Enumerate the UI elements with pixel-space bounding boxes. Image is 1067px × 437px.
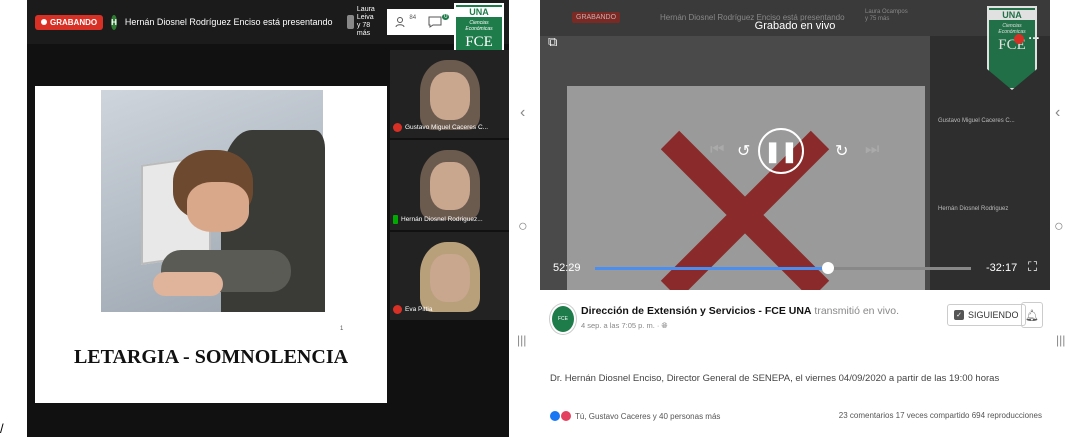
chat-count: 0	[442, 14, 450, 20]
post-details: FCE Dirección de Extensión y Servicios -…	[540, 290, 1050, 437]
video-title: Grabado en vivo	[754, 20, 836, 32]
faded-participant-tiles: Gustavo Miguel Caceres C... Hernán Diosn…	[930, 36, 1050, 290]
notification-dot	[1014, 34, 1024, 44]
participant-tile[interactable]: Gustavo Miguel Caceres C...	[390, 50, 509, 138]
globe-icon: 🌐︎	[661, 321, 668, 330]
home-icon[interactable]: ○	[1054, 218, 1064, 236]
home-icon[interactable]: ○	[518, 218, 528, 236]
elapsed-time: 52:29	[553, 262, 581, 274]
more-options-icon[interactable]: …	[1028, 28, 1040, 42]
recording-label: GRABANDO	[50, 17, 98, 27]
record-dot-icon	[41, 19, 47, 25]
progress-knob[interactable]	[822, 262, 835, 274]
post-description: Dr. Hernán Diosnel Enciso, Director Gene…	[550, 373, 1000, 384]
following-label: SIGUIENDO	[968, 310, 1019, 320]
presenter-text: Hernán Diosnel Rodríguez Enciso está pre…	[124, 17, 333, 27]
participant-name: Eva Pittia	[405, 306, 433, 313]
recent-apps-icon[interactable]: |||	[1056, 333, 1065, 347]
pause-button[interactable]: ❚❚	[758, 128, 804, 174]
next-icon[interactable]: ⏭	[865, 141, 879, 159]
viewers-line2: y 78 más	[356, 22, 371, 37]
following-button[interactable]: ✓ SIGUIENDO	[947, 304, 1026, 326]
video-player[interactable]: GRABANDO Hernán Diosnel Rodríguez Enciso…	[540, 0, 1050, 290]
chat-icon[interactable]	[428, 15, 442, 29]
rewind-10-icon[interactable]: ↺	[737, 141, 750, 161]
presentation-slide: 1 LETARGIA - SOMNOLENCIA	[35, 86, 387, 403]
recording-badge: GRABANDO	[35, 14, 104, 30]
slide-title: LETARGIA - SOMNOLENCIA	[73, 346, 349, 368]
post-action: transmitió en vivo.	[814, 305, 900, 317]
video-post-panel: GRABANDO Hernán Diosnel Rodríguez Enciso…	[540, 0, 1050, 437]
forward-10-icon[interactable]: ↻	[835, 141, 848, 161]
meeting-top-bar: GRABANDO H Hernán Diosnel Rodríguez Enci…	[27, 0, 509, 44]
viewers-line1: Laura Leiva	[356, 6, 375, 21]
badge-bottom: FCE	[465, 34, 493, 50]
viewers-indicator[interactable]: Laura Leiva y 78 más	[346, 6, 380, 38]
participant-tile[interactable]: Hernán Diosnel Rodriguez...	[390, 140, 509, 230]
back-chevron-icon[interactable]: ‹	[520, 104, 525, 122]
mic-muted-icon	[393, 305, 402, 314]
check-icon: ✓	[954, 310, 964, 320]
picture-in-picture-icon[interactable]: ⧉	[548, 34, 557, 50]
mic-active-icon	[393, 215, 398, 224]
corner-char: /	[0, 421, 4, 436]
post-stats[interactable]: 23 comentarios 17 veces compartido 694 r…	[839, 411, 1042, 420]
like-reaction-icon	[550, 411, 560, 421]
participant-name: Gustavo Miguel Caceres C...	[405, 124, 489, 131]
meeting-window: GRABANDO H Hernán Diosnel Rodríguez Enci…	[27, 0, 509, 437]
post-timestamp[interactable]: 4 sep. a las 7:05 p. m. ·	[581, 321, 661, 330]
back-chevron-icon[interactable]: ‹	[1055, 104, 1060, 122]
progress-fill	[595, 267, 829, 270]
slide-number: 1	[340, 326, 344, 332]
post-meta: 4 sep. a las 7:05 p. m. · 🌐︎	[581, 321, 667, 331]
badge-top: UNA	[456, 7, 502, 17]
page-name-link[interactable]: Dirección de Extensión y Servicios - FCE…	[581, 305, 811, 317]
reactions-text: Tú, Gustavo Caceres y 40 personas más	[575, 411, 721, 421]
previous-icon[interactable]: ⏮	[710, 141, 724, 159]
mic-muted-icon	[393, 123, 402, 132]
badge-middle: Ciencias Económicas	[465, 20, 493, 32]
recent-apps-icon[interactable]: |||	[517, 333, 526, 347]
faded-viewers-line1: Laura Ocampos	[865, 9, 908, 15]
slide-photo	[101, 90, 325, 312]
screenshot-stage: GRABANDO H Hernán Diosnel Rodríguez Enci…	[0, 0, 1067, 437]
page-avatar[interactable]: FCE	[550, 304, 576, 334]
reactions-summary[interactable]: Tú, Gustavo Caceres y 40 personas más	[550, 411, 720, 421]
notification-bell-button[interactable]: 🔔︎	[1021, 302, 1043, 328]
presenter-avatar: H	[111, 14, 117, 30]
participant-tile[interactable]: Eva Pittia	[390, 232, 509, 320]
bell-icon: 🔔︎	[1025, 309, 1039, 322]
fullscreen-icon[interactable]: ⛶	[1028, 259, 1037, 275]
love-reaction-icon	[561, 411, 571, 421]
participants-icon[interactable]	[395, 15, 409, 29]
faded-participant-name: Gustavo Miguel Caceres C...	[938, 118, 1015, 124]
faded-participant-name: Hernán Diosnel Rodriguez	[938, 206, 1009, 212]
viewer-avatar	[346, 15, 354, 29]
meeting-toolbar-icons: 84 0	[387, 9, 458, 35]
progress-bar[interactable]	[595, 262, 971, 274]
participant-name: Hernán Diosnel Rodriguez...	[401, 216, 483, 223]
participants-count: 84	[409, 15, 417, 21]
remaining-time: -32:17	[986, 262, 1018, 274]
post-header: Dirección de Extensión y Servicios - FCE…	[581, 305, 899, 317]
